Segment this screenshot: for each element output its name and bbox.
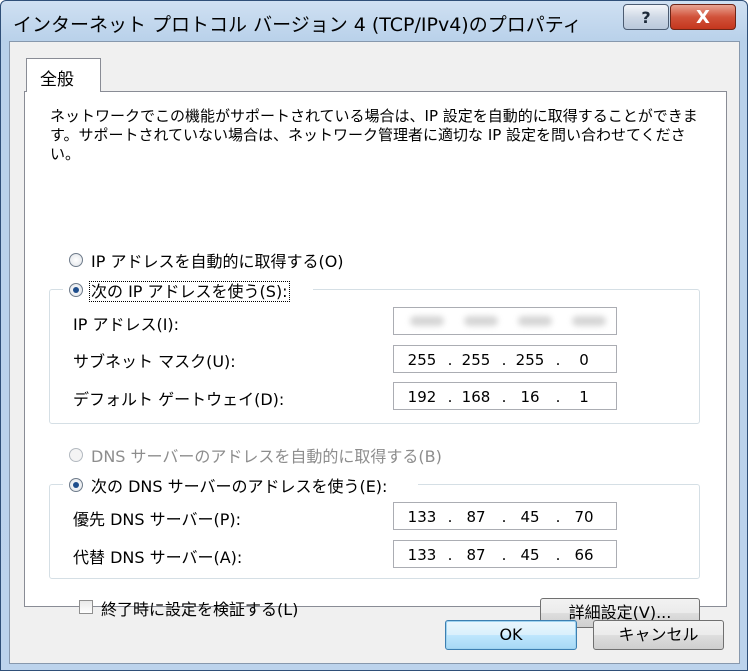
dns-manual-label[interactable]: 次の DNS サーバーのアドレスを使う(E): — [91, 473, 387, 497]
subnet-mask-label: サブネット マスク(U): — [73, 352, 236, 371]
octet-4: 70 — [574, 508, 594, 526]
octet-2: 87 — [466, 508, 486, 526]
octet-3: 45 — [520, 546, 540, 564]
ip-address-label: IP アドレス(I): — [73, 315, 180, 334]
ip-octet-obscured — [410, 316, 444, 326]
octet-separator: . — [555, 388, 561, 406]
octet-4: 66 — [574, 546, 594, 564]
ip-address-input[interactable] — [393, 307, 617, 335]
dialog-client-area: 全般 ネットワークでこの機能がサポートされている場合は、IP 設定を自動的に取得… — [9, 41, 740, 664]
octet-4: 0 — [579, 351, 589, 369]
octet-1: 192 — [407, 388, 437, 406]
octet-3: 16 — [520, 388, 540, 406]
cancel-button[interactable]: キャンセル — [593, 620, 724, 650]
default-gateway-input[interactable]: 192 . 168 . 16 . 1 — [393, 382, 617, 410]
ip-manual-radio[interactable] — [69, 283, 83, 297]
octet-1: 133 — [407, 546, 437, 564]
ip-manual-label[interactable]: 次の IP アドレスを使う(S): — [89, 278, 290, 302]
octet-2: 168 — [461, 388, 491, 406]
validate-on-exit-checkbox[interactable] — [79, 600, 93, 614]
alternate-dns-label: 代替 DNS サーバー(A): — [73, 548, 243, 567]
alternate-dns-input[interactable]: 133 . 87 . 45 . 66 — [393, 540, 617, 568]
title-bar[interactable]: インターネット プロトコル バージョン 4 (TCP/IPv4)のプロパティ ?… — [1, 1, 747, 41]
ip-octet-obscured — [572, 316, 606, 326]
general-tab-panel: ネットワークでこの機能がサポートされている場合は、IP 設定を自動的に取得するこ… — [24, 91, 727, 628]
octet-separator: . — [501, 508, 507, 526]
octet-1: 133 — [407, 508, 437, 526]
subnet-mask-input[interactable]: 255 . 255 . 255 . 0 — [393, 345, 617, 373]
ip-octet-obscured — [518, 316, 552, 326]
close-icon: X — [696, 6, 710, 28]
octet-separator: . — [501, 388, 507, 406]
octet-4: 1 — [579, 388, 589, 406]
validate-on-exit-label[interactable]: 終了時に設定を検証する(L) — [101, 596, 298, 620]
dns-auto-label[interactable]: DNS サーバーのアドレスを自動的に取得する(B) — [91, 443, 442, 467]
octet-separator: . — [447, 388, 453, 406]
tab-general[interactable]: 全般 — [26, 58, 101, 92]
octet-separator: . — [555, 351, 561, 369]
description-text: ネットワークでこの機能がサポートされている場合は、IP 設定を自動的に取得するこ… — [50, 107, 698, 163]
octet-separator: . — [555, 546, 561, 564]
help-icon: ? — [641, 7, 651, 27]
dns-auto-radio[interactable] — [69, 448, 83, 462]
octet-separator: . — [447, 546, 453, 564]
octet-3: 45 — [520, 508, 540, 526]
ok-button[interactable]: OK — [445, 620, 577, 650]
octet-2: 255 — [461, 351, 491, 369]
octet-1: 255 — [407, 351, 437, 369]
preferred-dns-label: 優先 DNS サーバー(P): — [73, 510, 241, 529]
octet-2: 87 — [466, 546, 486, 564]
octet-3: 255 — [515, 351, 545, 369]
dns-manual-radio[interactable] — [69, 478, 83, 492]
octet-separator: . — [447, 351, 453, 369]
octet-separator: . — [447, 508, 453, 526]
octet-separator: . — [501, 546, 507, 564]
octet-separator: . — [501, 351, 507, 369]
help-button[interactable]: ? — [623, 4, 669, 30]
preferred-dns-input[interactable]: 133 . 87 . 45 . 70 — [393, 502, 617, 530]
default-gateway-label: デフォルト ゲートウェイ(D): — [73, 390, 285, 409]
ip-auto-label[interactable]: IP アドレスを自動的に取得する(O) — [91, 248, 344, 272]
ip-auto-radio[interactable] — [69, 253, 83, 267]
ip-manual-label-text: 次の IP アドレスを使う(S): — [89, 281, 290, 302]
octet-separator: . — [555, 508, 561, 526]
ip-octet-obscured — [464, 316, 498, 326]
window-title: インターネット プロトコル バージョン 4 (TCP/IPv4)のプロパティ — [13, 14, 582, 36]
dialog-window: インターネット プロトコル バージョン 4 (TCP/IPv4)のプロパティ ?… — [0, 0, 748, 671]
close-button[interactable]: X — [670, 4, 736, 30]
